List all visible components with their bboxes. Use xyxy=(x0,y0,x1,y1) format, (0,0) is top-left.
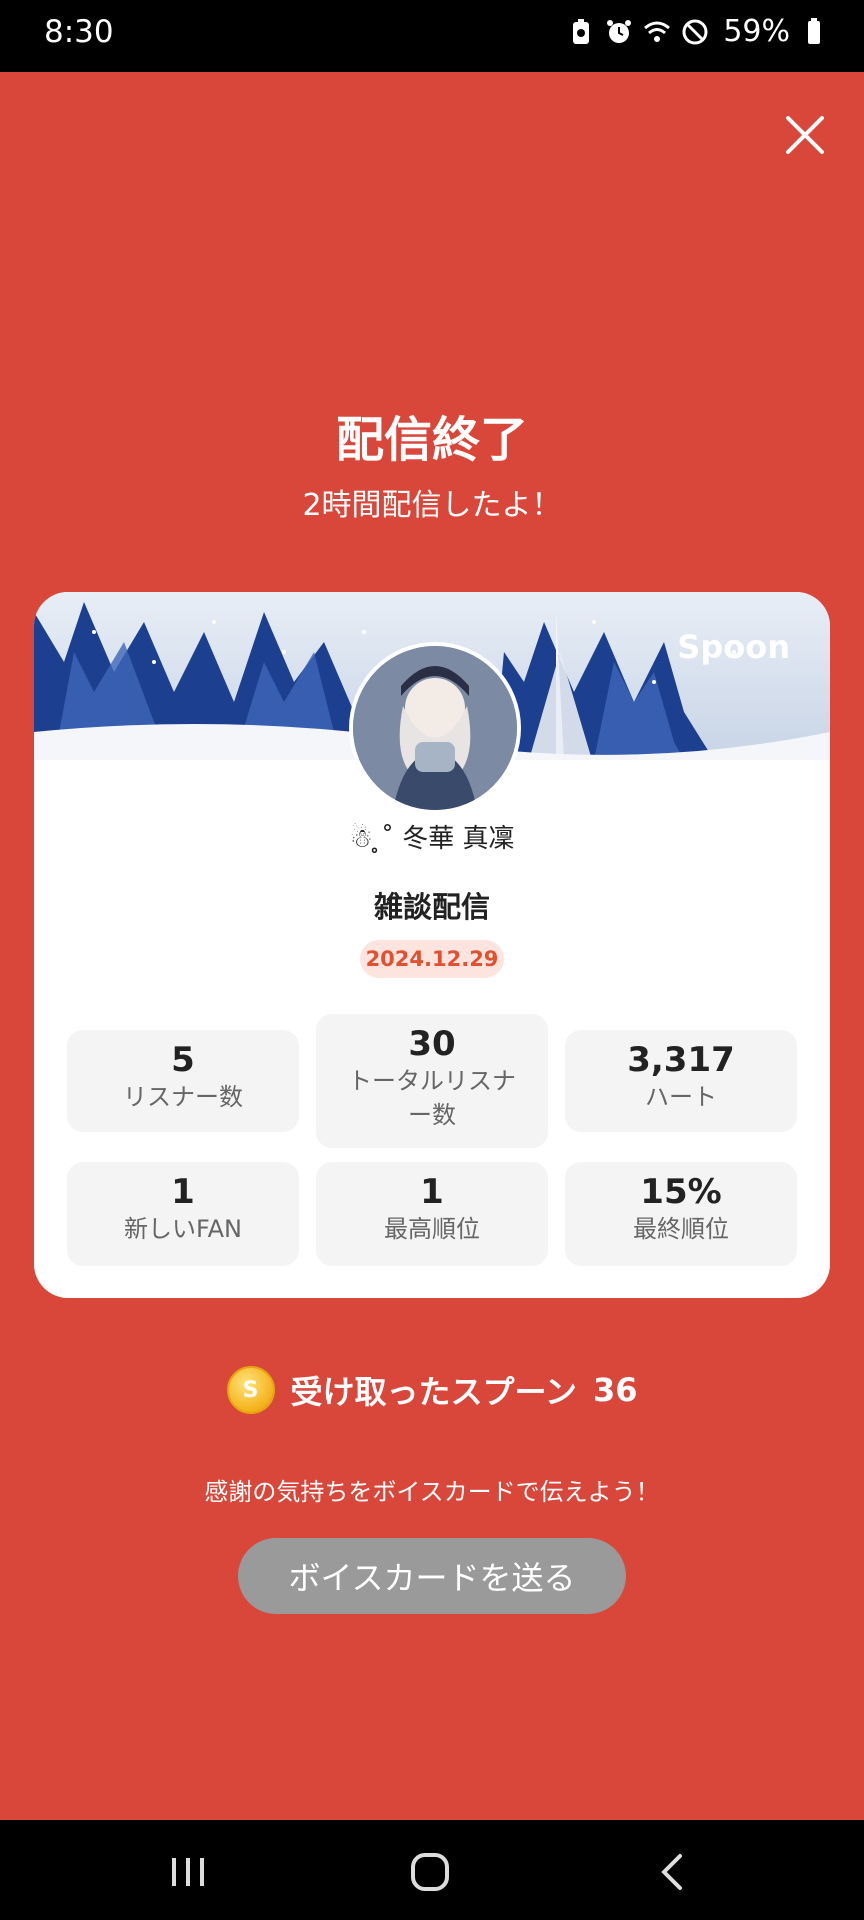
broadcast-title: 雑談配信 xyxy=(373,890,490,924)
broadcast-summary-card: Spoon ☃︎ ̥˚ 冬華 真凜 雑談配信 2024.12.29 5 リスナー… xyxy=(34,592,830,1298)
stat-value: 3,317 xyxy=(627,1040,735,1080)
spoon-coin-icon: S xyxy=(226,1366,275,1414)
stat-label: トータルリスナー数 xyxy=(348,1067,516,1129)
status-icons: 59% xyxy=(567,14,828,49)
battery-saver-icon xyxy=(573,18,590,44)
send-voice-card-button[interactable]: ボイスカードを送る xyxy=(238,1538,626,1614)
thanks-message: 感謝の気持ちをボイスカードで伝えよう！ xyxy=(204,1478,660,1506)
stat-highest-rank: 1 最高順位 xyxy=(316,1162,548,1266)
stat-value: 5 xyxy=(171,1040,195,1080)
avatar[interactable] xyxy=(349,642,521,814)
status-bar: 8:30 59% xyxy=(0,0,864,72)
battery-icon xyxy=(808,17,820,44)
stat-value: 1 xyxy=(171,1172,195,1212)
avatar-image xyxy=(353,646,517,810)
battery-percent: 59% xyxy=(723,14,790,49)
stat-hearts: 3,317 ハート xyxy=(565,1030,797,1132)
page-title: 配信終了 xyxy=(335,412,528,468)
recent-apps-icon[interactable] xyxy=(166,1850,210,1894)
close-icon[interactable] xyxy=(782,112,828,158)
stat-label: 最高順位 xyxy=(384,1215,480,1243)
stat-value: 1 xyxy=(420,1172,444,1212)
spoons-label: 受け取ったスプーン xyxy=(290,1373,577,1411)
home-icon[interactable] xyxy=(408,1850,452,1894)
stat-label: ハート xyxy=(645,1083,717,1111)
stat-new-fans: 1 新しいFAN xyxy=(67,1162,299,1266)
stat-label: リスナー数 xyxy=(123,1083,243,1111)
date-badge: 2024.12.29 xyxy=(360,940,504,978)
stat-listeners: 5 リスナー数 xyxy=(67,1030,299,1132)
back-icon[interactable] xyxy=(652,1850,696,1894)
alarm-icon xyxy=(607,19,632,43)
spoon-logo: Spoon xyxy=(677,628,790,666)
stat-final-rank: 15% 最終順位 xyxy=(565,1162,797,1266)
stat-value: 15% xyxy=(640,1172,722,1212)
spoons-received: S 受け取ったスプーン 36 xyxy=(0,1366,864,1414)
spoons-count: 36 xyxy=(592,1371,638,1409)
stat-label: 新しいFAN xyxy=(124,1215,242,1243)
stat-total-listeners: 30 トータルリスナー数 xyxy=(316,1014,548,1148)
navigation-bar xyxy=(0,1820,864,1920)
do-not-disturb-icon xyxy=(682,19,708,44)
stat-value: 30 xyxy=(408,1024,456,1064)
page-subtitle: 2時間配信したよ！ xyxy=(302,488,562,523)
stat-label: 最終順位 xyxy=(633,1215,729,1243)
user-name: ☃︎ ̥˚ 冬華 真凜 xyxy=(349,824,515,854)
status-time: 8:30 xyxy=(44,14,114,50)
wifi-icon xyxy=(644,21,671,42)
